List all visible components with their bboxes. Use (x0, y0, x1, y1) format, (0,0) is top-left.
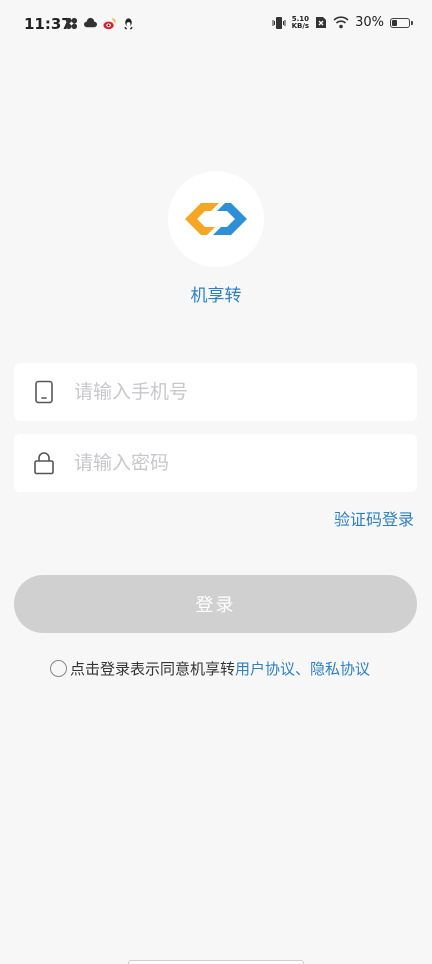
speed-unit: KB/s (291, 21, 310, 30)
privacy-agreement-link[interactable]: 隐私协议 (310, 658, 370, 679)
agreement-checkbox[interactable] (50, 660, 67, 677)
network-speed: 5.10 KB/s (291, 15, 310, 30)
wifi-icon (333, 16, 349, 29)
phone-field[interactable] (14, 363, 417, 421)
verification-code-login-link[interactable]: 验证码登录 (334, 506, 414, 530)
home-indicator[interactable] (128, 960, 304, 964)
phone-input[interactable] (72, 380, 417, 404)
agreement-row: 点击登录表示同意机享转 用户协议 、 隐私协议 (50, 658, 370, 679)
battery-icon (390, 17, 413, 28)
app-name: 机享转 (190, 286, 242, 306)
password-input[interactable] (72, 451, 417, 475)
no-sim-icon (316, 17, 327, 28)
vibrate-icon (272, 16, 286, 29)
weibo-icon (103, 18, 116, 30)
agreement-text: 点击登录表示同意机享转 (70, 660, 236, 678)
lock-icon (32, 451, 56, 475)
notification-icons (65, 17, 135, 30)
login-button[interactable]: 登录 (14, 575, 417, 633)
logo-mark-icon (185, 203, 247, 235)
battery-level (392, 19, 398, 26)
user-agreement-link[interactable]: 用户协议 (235, 658, 295, 679)
fan-icon (65, 17, 78, 30)
phone-icon (32, 380, 56, 404)
password-field[interactable] (14, 434, 417, 492)
agreement-separator: 、 (295, 660, 311, 678)
app-logo (168, 171, 264, 267)
battery-percent: 30% (355, 15, 384, 30)
cloud-icon (84, 17, 97, 28)
qq-icon (124, 18, 133, 30)
status-bar: 11:37 5.10 KB/s 30% (0, 0, 432, 52)
